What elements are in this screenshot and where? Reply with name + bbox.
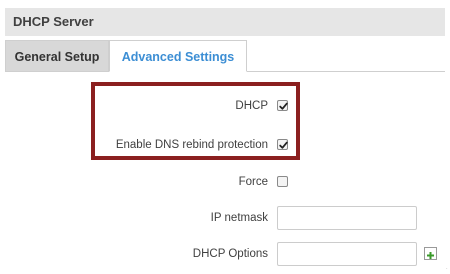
section-title: DHCP Server <box>5 8 445 36</box>
dhcp-checkbox[interactable] <box>277 100 288 111</box>
dhcp-options-label: DHCP Options <box>192 248 268 260</box>
dhcp-options-row: DHCP Options <box>0 242 450 266</box>
checkmark-icon <box>279 102 288 110</box>
dns-rebind-label: Enable DNS rebind protection <box>115 139 268 151</box>
force-row: Force <box>0 170 450 194</box>
corner-mark: · <box>446 266 448 272</box>
ip-netmask-input[interactable] <box>277 206 417 230</box>
force-checkbox[interactable] <box>277 176 288 187</box>
dns-rebind-checkbox[interactable] <box>277 139 288 150</box>
tab-advanced-settings[interactable]: Advanced Settings <box>109 40 247 72</box>
dhcp-label: DHCP <box>235 100 268 112</box>
dhcp-row: DHCP <box>0 94 450 118</box>
dhcp-server-panel: DHCP Server General Setup Advanced Setti… <box>0 0 450 274</box>
ip-netmask-row: IP netmask <box>0 206 450 230</box>
plus-icon <box>427 252 434 259</box>
ip-netmask-label: IP netmask <box>210 212 268 224</box>
tab-bar: General Setup Advanced Settings <box>5 40 445 72</box>
force-label: Force <box>238 176 268 188</box>
dns-rebind-row: Enable DNS rebind protection <box>0 133 450 157</box>
add-option-button[interactable] <box>424 247 437 260</box>
tab-general-setup[interactable]: General Setup <box>5 40 109 72</box>
checkmark-icon <box>279 141 288 149</box>
dhcp-options-input[interactable] <box>277 242 417 266</box>
